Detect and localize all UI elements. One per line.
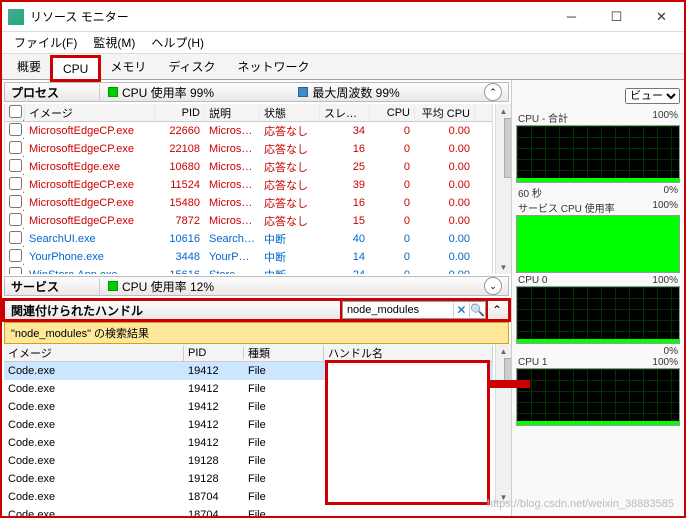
service-title: サービス [11, 278, 91, 295]
chart-title: サービス CPU 使用率100% [516, 200, 680, 215]
tab-disk[interactable]: ディスク [157, 53, 226, 79]
maximize-button[interactable]: ☐ [594, 3, 639, 31]
chart-3 [516, 368, 680, 426]
process-grid-header: イメージ PID 説明 状態 スレッド CPU 平均 CPU [5, 104, 492, 122]
handle-title: 関連付けられたハンドル [11, 302, 342, 319]
collapse-icon[interactable]: ⌃ [484, 83, 502, 101]
chart-panel: ビュー CPU - 合計100% 60 秒0%サービス CPU 使用率100% … [512, 80, 684, 516]
chart-title: CPU - 合計100% [516, 110, 680, 125]
max-freq-icon [298, 87, 308, 97]
tab-network[interactable]: ネットワーク [227, 53, 321, 79]
window-titlebar: リソース モニター ─ ☐ ✕ [2, 2, 684, 32]
row-checkbox[interactable] [9, 231, 22, 244]
collapse-icon[interactable]: ⌃ [492, 303, 502, 317]
process-row[interactable]: SearchUI.exe10616 Search ...中断 4000.00 [5, 230, 492, 248]
process-row[interactable]: MicrosoftEdge.exe10680 Microso...応答なし 25… [5, 158, 492, 176]
row-checkbox[interactable] [9, 249, 22, 262]
expand-icon[interactable]: ⌄ [484, 277, 502, 295]
menu-monitor[interactable]: 監視(M) [85, 32, 143, 53]
handle-search-box: ✕ 🔍 [342, 301, 486, 319]
process-row[interactable]: MicrosoftEdgeCP.exe15480 Microso...応答なし … [5, 194, 492, 212]
chart-0 [516, 125, 680, 183]
process-row[interactable]: WinStore.App.exe15616 Store中断 2400.00 [5, 266, 492, 274]
tab-overview[interactable]: 概要 [6, 53, 52, 79]
highlight-overlay [325, 360, 490, 505]
row-checkbox[interactable] [9, 123, 22, 136]
process-grid[interactable]: イメージ PID 説明 状態 スレッド CPU 平均 CPU Microsoft… [4, 104, 493, 274]
view-dropdown[interactable]: ビュー [625, 88, 680, 104]
chart-1 [516, 215, 680, 273]
row-checkbox[interactable] [9, 267, 22, 274]
tab-memory[interactable]: メモリ [99, 53, 157, 79]
process-row[interactable]: MicrosoftEdgeCP.exe22108 Microso...応答なし … [5, 140, 492, 158]
clear-search-icon[interactable]: ✕ [453, 303, 469, 317]
row-checkbox[interactable] [9, 213, 22, 226]
menu-help[interactable]: ヘルプ(H) [143, 32, 212, 53]
service-cpu-icon [108, 281, 118, 291]
service-section-header[interactable]: サービス CPU 使用率 12% ⌄ [4, 276, 509, 296]
max-freq-label: 最大周波数 99% [312, 84, 399, 101]
chart-title: CPU 0100% [516, 275, 680, 286]
handle-section-header[interactable]: 関連付けられたハンドル ✕ 🔍 ⌃ [4, 300, 509, 320]
row-checkbox[interactable] [9, 177, 22, 190]
window-title: リソース モニター [30, 8, 549, 25]
process-scrollbar[interactable]: ▲▼ [495, 104, 511, 274]
tab-bar: 概要 CPU メモリ ディスク ネットワーク [2, 54, 684, 80]
handle-search-input[interactable] [343, 304, 453, 316]
row-checkbox[interactable] [9, 141, 22, 154]
app-icon [8, 9, 24, 25]
process-section-header[interactable]: プロセス CPU 使用率 99% 最大周波数 99% ⌃ [4, 82, 509, 102]
watermark: https://blog.csdn.net/weixin_38883585 [487, 498, 674, 510]
process-row[interactable]: MicrosoftEdgeCP.exe22660 Microso...応答なし … [5, 122, 492, 140]
row-checkbox[interactable] [9, 159, 22, 172]
process-row[interactable]: YourPhone.exe3448 YourPho...中断 1400.00 [5, 248, 492, 266]
chart-2 [516, 286, 680, 344]
select-all-checkbox[interactable] [9, 105, 22, 118]
close-button[interactable]: ✕ [639, 3, 684, 31]
handle-scrollbar[interactable]: ▲▼ [495, 344, 511, 504]
process-row[interactable]: MicrosoftEdgeCP.exe11524 Microso...応答なし … [5, 176, 492, 194]
service-cpu-label: CPU 使用率 12% [122, 278, 214, 295]
process-title: プロセス [11, 84, 91, 101]
search-result-banner: "node_modules" の検索結果 [4, 322, 509, 344]
handle-row[interactable]: Code.exe18704File [4, 506, 493, 516]
process-row[interactable]: MicrosoftEdgeCP.exe7872 Microso...応答なし 1… [5, 212, 492, 230]
cpu-usage-label: CPU 使用率 99% [122, 84, 214, 101]
menu-bar: ファイル(F) 監視(M) ヘルプ(H) [2, 32, 684, 54]
row-checkbox[interactable] [9, 195, 22, 208]
tab-cpu[interactable]: CPU [52, 57, 99, 80]
chart-title: CPU 1100% [516, 357, 680, 368]
cpu-usage-icon [108, 87, 118, 97]
search-icon[interactable]: 🔍 [469, 303, 485, 317]
minimize-button[interactable]: ─ [549, 3, 594, 31]
menu-file[interactable]: ファイル(F) [6, 32, 85, 53]
highlight-connector [490, 380, 530, 388]
